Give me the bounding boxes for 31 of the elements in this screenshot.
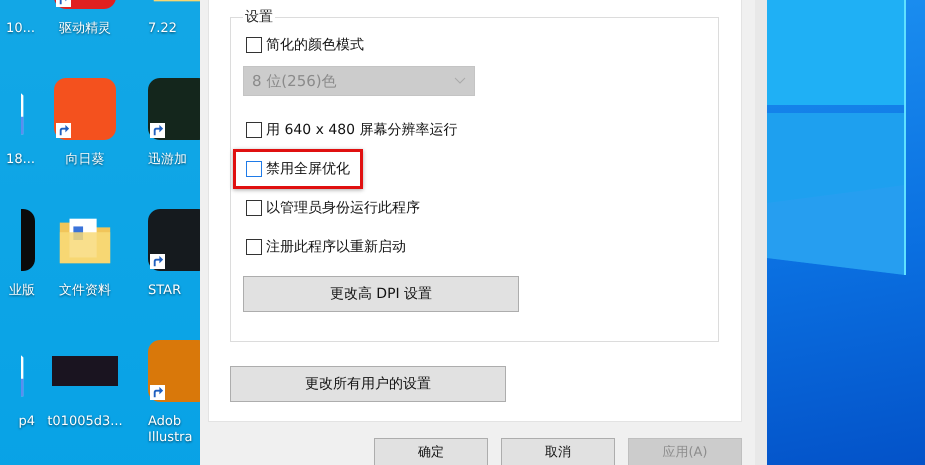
checkbox-label[interactable]: 用 640 x 480 屏幕分辨率运行 <box>266 120 458 138</box>
icon-label: 迅游加 <box>148 152 187 168</box>
dialog-button[interactable]: 取消 <box>501 438 615 465</box>
icon-label: 业版 <box>9 283 35 299</box>
checkbox-label[interactable]: 注册此程序以重新启动 <box>266 238 406 256</box>
icon-label: 10... <box>6 21 35 37</box>
chevron-down-icon <box>454 77 466 85</box>
dialog-button[interactable]: 确定 <box>374 438 488 465</box>
icon-label: 文件资料 <box>59 283 111 299</box>
app-icon[interactable] <box>148 209 200 271</box>
all-users-settings-button[interactable]: 更改所有用户的设置 <box>230 366 506 402</box>
icon-label: 18... <box>6 152 35 168</box>
checkbox[interactable] <box>246 122 262 138</box>
dpi-settings-button[interactable]: 更改高 DPI 设置 <box>243 276 519 312</box>
checkbox-label[interactable]: 简化的颜色模式 <box>266 36 364 54</box>
group-title: 设置 <box>244 8 274 26</box>
checkbox[interactable] <box>246 37 262 53</box>
checkbox-label[interactable]: 以管理员身份运行此程序 <box>266 198 420 216</box>
icon-label: 向日葵 <box>66 152 104 168</box>
checkbox-label[interactable]: 禁用全屏优化 <box>266 160 350 178</box>
icon-label: 驱动精灵 <box>59 21 111 37</box>
icon-label: STAR <box>148 283 182 299</box>
video-thumbnail[interactable] <box>52 356 118 386</box>
icon-label: 7.22 <box>148 21 177 37</box>
app-icon[interactable] <box>148 78 200 140</box>
checkbox[interactable] <box>246 238 262 254</box>
icon-label: Adob Illustra <box>148 414 192 446</box>
icon-label: t01005d3... <box>47 414 123 430</box>
checkbox[interactable] <box>246 160 262 176</box>
icon-label: p4 <box>18 414 35 430</box>
checkbox[interactable] <box>246 200 262 216</box>
